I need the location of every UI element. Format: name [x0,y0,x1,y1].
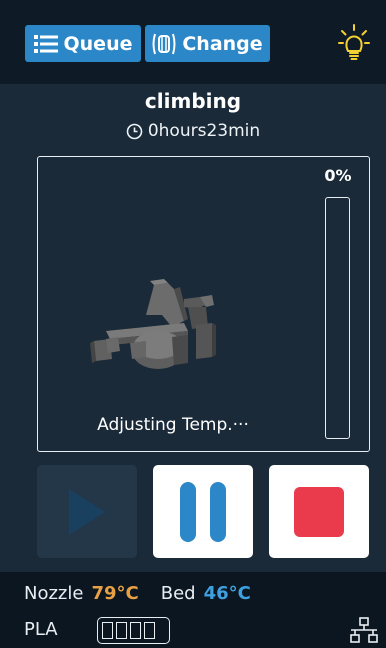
bed-label: Bed [160,583,196,604]
job-time-text: 0hours23min [147,121,261,141]
resume-button[interactable] [37,465,137,558]
filament-level-segment [130,622,141,639]
pause-icon [180,481,226,542]
nozzle-label: Nozzle [24,583,84,604]
stop-icon [294,486,344,537]
filament-level-segment [102,622,113,639]
change-button-label: Change [182,32,263,55]
filament-level-segment [144,622,155,639]
filament-change-icon [152,33,176,54]
list-icon [33,34,58,53]
play-icon [69,488,105,535]
stop-button[interactable] [269,465,369,558]
print-status: Adjusting Temp.··· [97,415,249,435]
nozzle-temp: 79°C [91,583,139,604]
change-filament-button[interactable]: Change [145,25,270,62]
network-icon [350,617,378,643]
job-time: 0hours23min [0,121,386,141]
progress-bar [325,197,350,439]
model-preview-image [90,279,216,369]
lightbulb-icon[interactable] [338,24,370,64]
clock-icon [126,123,143,139]
pause-button[interactable] [153,465,253,558]
progress-percent: 0% [324,166,352,185]
filament-level-indicator [97,617,170,644]
bed-temp: 46°C [203,583,251,604]
filament-level-segment [116,622,127,639]
queue-button[interactable]: Queue [25,25,141,62]
temperature-readout: Nozzle 79°C Bed 46°C [24,583,251,604]
filament-type: PLA [24,619,58,640]
job-name: climbing [144,89,242,113]
queue-button-label: Queue [63,32,133,55]
